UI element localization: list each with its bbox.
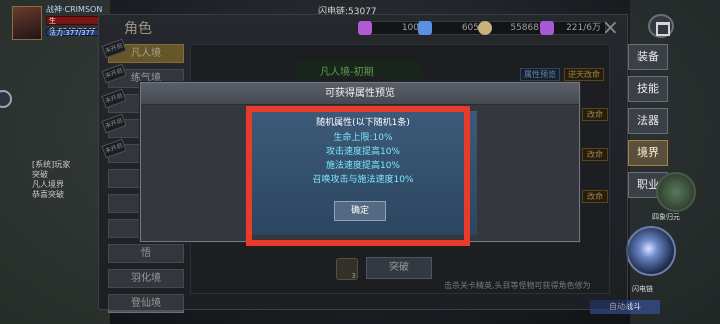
skill-label: 闪电链 [632, 285, 653, 293]
chat-line: 突破 [32, 170, 48, 179]
chat-line: 恭喜突破 [32, 190, 64, 199]
store-icon[interactable] [648, 14, 674, 38]
skill-icon[interactable] [656, 172, 696, 212]
menu-equipment[interactable]: 装备 [628, 44, 668, 70]
attr-line: 攻击速度提高10% [325, 147, 400, 157]
attr-line: 生命上限:10% [333, 133, 393, 143]
attr-line: 施法速度提高10% [325, 161, 400, 171]
attr-heading: 随机属性(以下随机1条) [316, 118, 410, 128]
menu-realm[interactable]: 境界 [628, 140, 668, 166]
attribute-preview-modal: 可获得属性预览 随机属性(以下随机1条) 生命上限:10% 攻击速度提高10% … [140, 82, 580, 242]
skill-label: 四象归元 [652, 213, 680, 221]
chat-log[interactable]: [系统]玩家 突破 凡人境界 恭喜突破 [32, 160, 104, 200]
menu-artifact[interactable]: 法器 [628, 108, 668, 134]
modal-body: 随机属性(以下随机1条) 生命上限:10% 攻击速度提高10% 施法速度提高10… [249, 111, 477, 235]
hp-bar: 生命:9245/9245 [46, 16, 104, 35]
gem-icon [358, 21, 372, 35]
coin-icon [478, 21, 492, 35]
mp-bar: 法力:377/377 [46, 29, 104, 37]
mp-text: 法力:377/377 [49, 29, 95, 37]
chat-line: 凡人境界 [32, 180, 64, 189]
attr-line: 召唤攻击与施法速度10% [312, 175, 414, 185]
player-avatar[interactable] [12, 6, 42, 40]
soul-icon [540, 21, 554, 35]
chat-line: [系统]玩家 [32, 160, 71, 169]
modal-title: 可获得属性预览 [141, 83, 579, 105]
menu-skills[interactable]: 技能 [628, 76, 668, 102]
lightning-chain-icon[interactable] [626, 226, 676, 276]
crystal-icon [418, 21, 432, 35]
player-name: 战神·CRIMSON [46, 5, 103, 14]
confirm-button[interactable]: 确定 [334, 201, 386, 221]
